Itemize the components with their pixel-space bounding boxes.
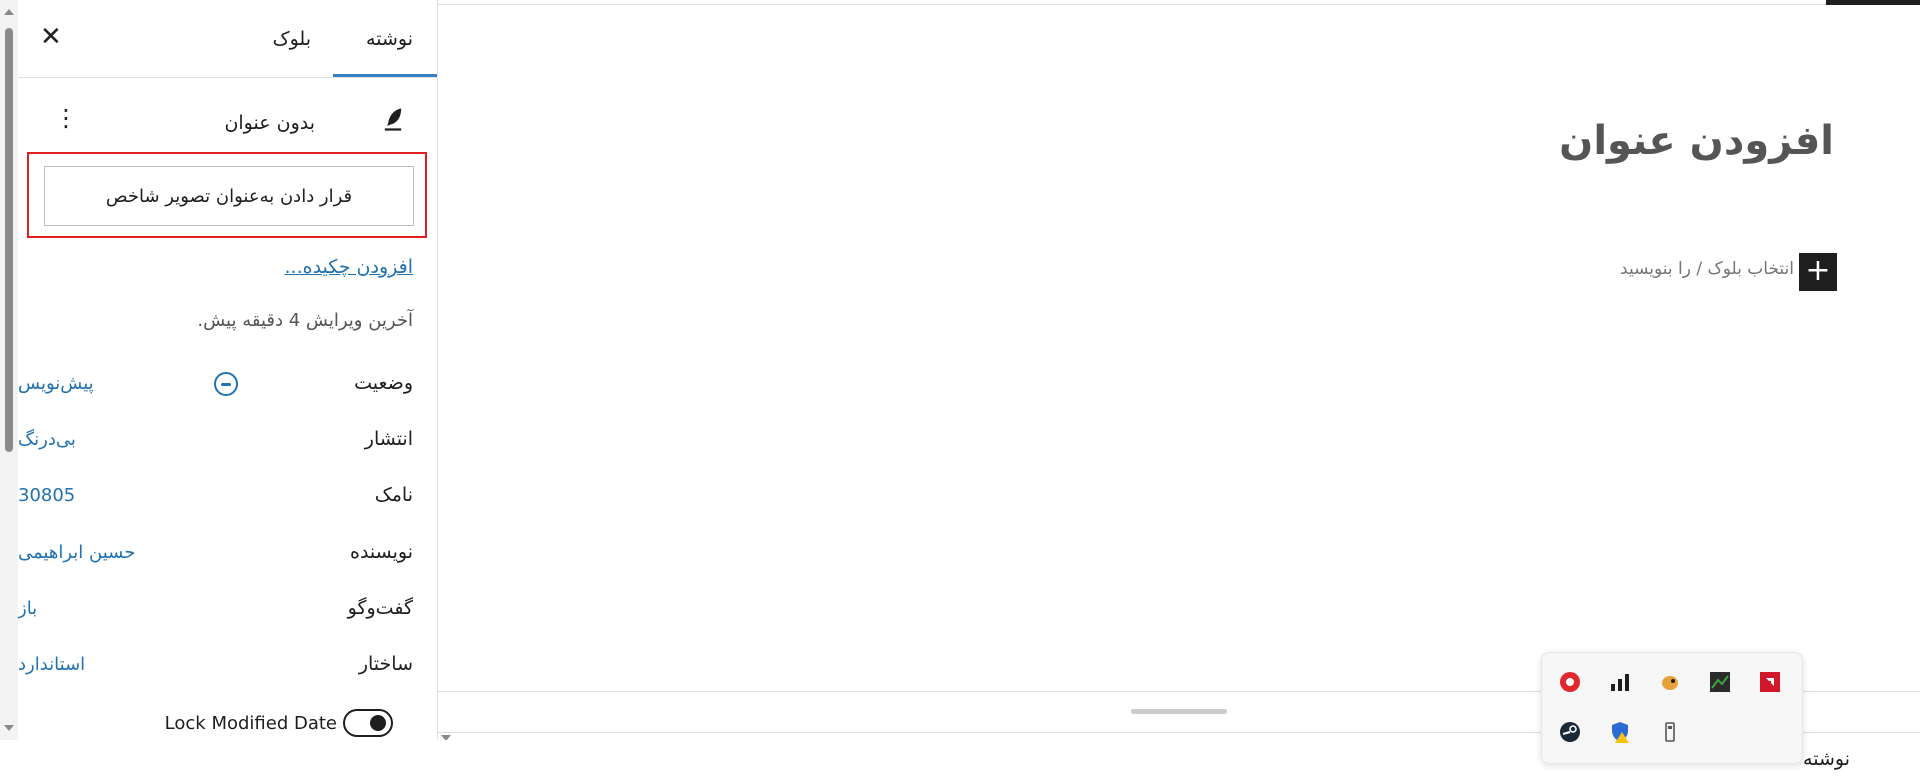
settings-sidebar: نوشته بلوک ✕ بدون عنوان ⋮ قرار دادن به‌ع… — [18, 0, 438, 740]
toolbar-edge — [1826, 0, 1920, 5]
system-tray-popup — [1541, 652, 1803, 764]
toggle-knob — [370, 715, 386, 731]
more-options-icon[interactable]: ⋮ — [54, 106, 78, 130]
feather-icon — [384, 108, 402, 131]
usb-drive-icon[interactable] — [1658, 720, 1682, 744]
tweak-app-icon[interactable] — [1708, 670, 1732, 694]
draft-status-icon — [214, 372, 238, 396]
scroll-up-arrow-icon[interactable] — [4, 9, 14, 15]
active-tab-indicator — [333, 74, 437, 77]
publish-value[interactable]: بی‌درنگ — [18, 429, 218, 450]
format-label: ساختار — [358, 653, 413, 675]
tab-block[interactable]: بلوک — [273, 28, 311, 50]
security-shield-warning-icon[interactable] — [1608, 720, 1632, 744]
amd-icon[interactable] — [1758, 670, 1782, 694]
publish-label: انتشار — [364, 428, 413, 450]
set-featured-image-button[interactable]: قرار دادن به‌عنوان تصویر شاخص — [44, 166, 414, 226]
sidebar-tabs: نوشته بلوک ✕ — [18, 0, 437, 78]
fish-app-icon[interactable] — [1658, 670, 1682, 694]
steam-icon[interactable] — [1558, 720, 1582, 744]
record-icon[interactable] — [1558, 670, 1582, 694]
status-value[interactable]: پیش‌نویس — [18, 373, 204, 394]
last-edited-text: آخرین ویرایش 4 دقیقه پیش. — [197, 310, 413, 331]
block-placeholder[interactable]: انتخاب بلوک / را بنویسید — [1620, 259, 1794, 279]
resize-handle[interactable] — [1131, 709, 1227, 714]
block-inserter-button[interactable]: + — [1799, 253, 1837, 291]
scroll-down-arrow-icon[interactable] — [4, 725, 14, 731]
discussion-label: گفت‌وگو — [347, 597, 413, 619]
close-icon[interactable]: ✕ — [40, 24, 62, 50]
scrollbar-thumb[interactable] — [5, 28, 13, 452]
footer-breadcrumb[interactable]: نوشته — [1803, 748, 1850, 770]
tab-post[interactable]: نوشته — [366, 28, 413, 50]
network-bars-icon[interactable] — [1608, 670, 1632, 694]
post-summary-title: بدون عنوان — [224, 112, 315, 134]
format-value[interactable]: استاندارد — [18, 654, 218, 675]
status-label: وضعیت — [354, 372, 413, 394]
author-value[interactable]: حسین ابراهیمی — [18, 542, 218, 563]
add-excerpt-link[interactable]: افزودن چکیده... — [285, 256, 414, 278]
author-label: نویسنده — [349, 541, 413, 563]
lock-modified-date-label: Lock Modified Date — [164, 713, 337, 734]
editor-top-border — [438, 4, 1920, 5]
slug-label: نامک — [374, 484, 413, 506]
post-title-input[interactable]: افزودن عنوان — [1559, 118, 1834, 164]
slug-value[interactable]: 30805 — [18, 485, 218, 506]
discussion-value[interactable]: باز — [18, 598, 218, 619]
